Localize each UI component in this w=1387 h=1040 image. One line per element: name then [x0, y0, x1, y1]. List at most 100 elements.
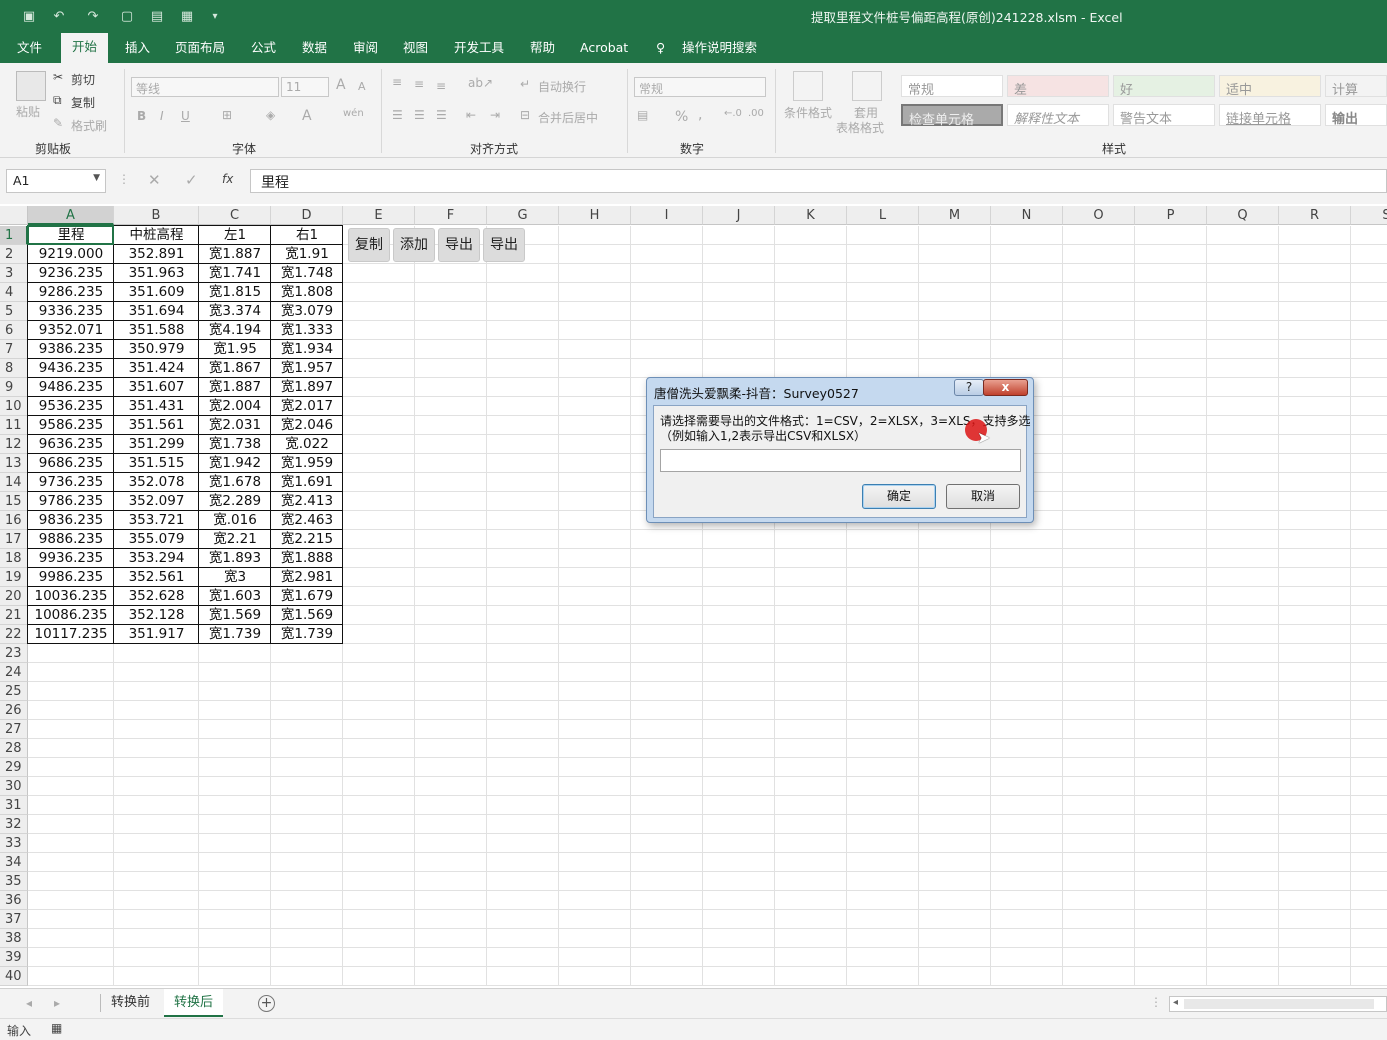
cell[interactable]: 352.891 — [114, 245, 199, 264]
cell[interactable]: 352.628 — [114, 587, 199, 606]
cell[interactable]: 左1 — [199, 226, 271, 245]
ok-button[interactable]: 确定 — [862, 484, 936, 509]
insert-function-button[interactable]: fx — [222, 172, 233, 186]
cell[interactable]: 9336.235 — [28, 302, 114, 321]
customize-qat-icon[interactable]: ▾ — [206, 7, 224, 25]
cell[interactable]: 352.097 — [114, 492, 199, 511]
row-header[interactable]: 10 — [0, 397, 28, 416]
align-bottom-icon[interactable]: ≡ — [436, 79, 446, 93]
dialog-input[interactable] — [660, 449, 1021, 472]
save-icon[interactable]: ▣ — [20, 7, 38, 25]
borders-icon[interactable]: ⊞ — [222, 108, 232, 122]
row-header[interactable]: 38 — [0, 929, 28, 948]
cell[interactable]: 宽1.942 — [199, 454, 271, 473]
row-header[interactable]: 2 — [0, 245, 28, 264]
row-header[interactable]: 33 — [0, 834, 28, 853]
cell[interactable]: 宽1.91 — [271, 245, 343, 264]
number-format-select[interactable]: 常规 — [634, 77, 766, 97]
cell[interactable]: 宽1.678 — [199, 473, 271, 492]
style-bad[interactable]: 差 — [1007, 75, 1109, 98]
cell[interactable]: 351.561 — [114, 416, 199, 435]
cell[interactable]: 宽2.046 — [271, 416, 343, 435]
cell[interactable]: 351.963 — [114, 264, 199, 283]
cell[interactable]: 宽.016 — [199, 511, 271, 530]
add-macro-button[interactable]: 添加 — [393, 228, 435, 262]
font-color-button[interactable]: A — [302, 108, 312, 124]
row-header[interactable]: 24 — [0, 663, 28, 682]
row-header[interactable]: 12 — [0, 435, 28, 454]
cell[interactable]: 9586.235 — [28, 416, 114, 435]
cut-button[interactable]: 剪切 — [71, 71, 95, 88]
cell[interactable]: 宽2.004 — [199, 397, 271, 416]
row-header[interactable]: 34 — [0, 853, 28, 872]
column-header[interactable]: B — [114, 206, 199, 225]
tab-home[interactable]: 开始 — [61, 33, 109, 63]
row-header[interactable]: 22 — [0, 625, 28, 644]
conditional-format-button[interactable]: 条件格式 — [784, 104, 832, 121]
style-calculation[interactable]: 计算 — [1325, 75, 1387, 98]
cell[interactable]: 350.979 — [114, 340, 199, 359]
column-header[interactable]: S — [1351, 206, 1387, 225]
column-header[interactable]: Q — [1207, 206, 1279, 225]
worksheet-grid[interactable]: A B C D E F G H I J K L M N O P Q R S 1 2 3 4 5 6 7 8 9 10 11 12 13 14 15… — [0, 206, 1387, 986]
tab-insert[interactable]: 插入 — [123, 38, 152, 63]
column-header[interactable]: L — [847, 206, 919, 225]
tab-formulas[interactable]: 公式 — [249, 38, 278, 63]
cell[interactable]: 宽4.194 — [199, 321, 271, 340]
decrease-decimal-icon[interactable]: .00 — [748, 108, 764, 119]
cell[interactable]: 9886.235 — [28, 530, 114, 549]
cell[interactable]: 宽2.289 — [199, 492, 271, 511]
cell[interactable]: 宽1.748 — [271, 264, 343, 283]
row-header[interactable]: 16 — [0, 511, 28, 530]
row-header[interactable]: 32 — [0, 815, 28, 834]
cell[interactable]: 宽2.21 — [199, 530, 271, 549]
formula-input[interactable]: 里程 — [250, 169, 1387, 193]
orientation-icon[interactable]: ab↗ — [468, 76, 493, 90]
redo-icon[interactable]: ↷ — [84, 7, 102, 25]
cell[interactable]: 353.721 — [114, 511, 199, 530]
wrap-text-button[interactable]: 自动换行 — [538, 78, 586, 95]
cell[interactable]: 353.294 — [114, 549, 199, 568]
align-center-icon[interactable]: ☰ — [414, 108, 425, 122]
cell[interactable]: 9736.235 — [28, 473, 114, 492]
tab-view[interactable]: 视图 — [401, 38, 430, 63]
bold-button[interactable]: B — [137, 109, 146, 123]
row-header[interactable]: 40 — [0, 967, 28, 986]
shrink-font-button[interactable]: A — [358, 80, 366, 93]
row-header[interactable]: 31 — [0, 796, 28, 815]
scroll-left-arrow-icon[interactable]: ◂ — [1173, 997, 1178, 1008]
sheet-tab-before[interactable]: 转换前 — [101, 989, 160, 1017]
row-header[interactable]: 21 — [0, 606, 28, 625]
cancel-button[interactable]: 取消 — [946, 484, 1020, 509]
align-right-icon[interactable]: ☰ — [436, 108, 447, 122]
row-header[interactable]: 8 — [0, 359, 28, 378]
horizontal-scrollbar[interactable]: ◂ — [1169, 996, 1387, 1012]
cell[interactable]: 9986.235 — [28, 568, 114, 587]
row-header[interactable]: 17 — [0, 530, 28, 549]
cell[interactable]: 9536.235 — [28, 397, 114, 416]
row-header[interactable]: 3 — [0, 264, 28, 283]
style-output[interactable]: 输出 — [1325, 104, 1387, 127]
percent-button[interactable]: % — [675, 109, 688, 125]
grow-font-button[interactable]: A — [336, 77, 346, 93]
column-header[interactable]: P — [1135, 206, 1207, 225]
column-header[interactable]: F — [415, 206, 487, 225]
cell[interactable]: 10117.235 — [28, 625, 114, 644]
cell[interactable]: 宽1.959 — [271, 454, 343, 473]
cell[interactable]: 宽3.374 — [199, 302, 271, 321]
cell[interactable]: 宽1.741 — [199, 264, 271, 283]
style-good[interactable]: 好 — [1113, 75, 1215, 98]
cell[interactable]: 351.515 — [114, 454, 199, 473]
column-header[interactable]: K — [775, 206, 847, 225]
tab-page-layout[interactable]: 页面布局 — [173, 38, 227, 63]
column-header[interactable]: H — [559, 206, 631, 225]
align-left-icon[interactable]: ☰ — [392, 108, 403, 122]
cell[interactable]: 351.917 — [114, 625, 199, 644]
help-button[interactable]: ? — [954, 379, 984, 396]
cell[interactable]: 351.609 — [114, 283, 199, 302]
tell-me-search[interactable]: 操作说明搜索 — [680, 38, 759, 63]
cell[interactable]: 宽1.867 — [199, 359, 271, 378]
close-button[interactable]: x — [983, 379, 1028, 396]
style-explanatory[interactable]: 解释性文本 — [1007, 104, 1109, 127]
cell[interactable]: 351.299 — [114, 435, 199, 454]
